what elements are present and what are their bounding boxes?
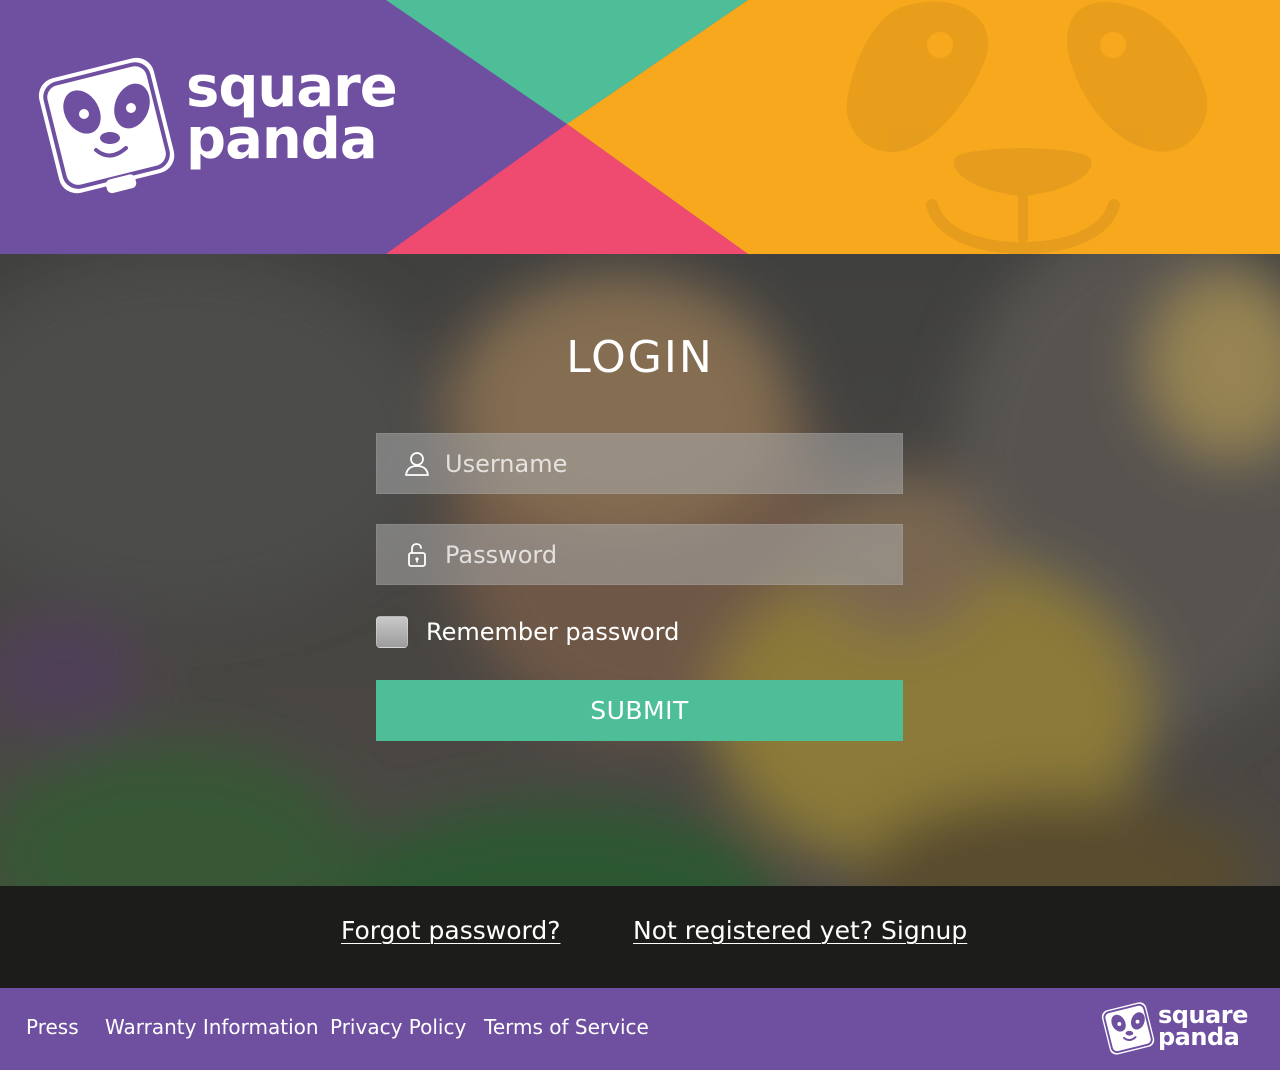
forgot-password-link[interactable]: Forgot password? bbox=[341, 916, 561, 945]
footer: Press Warranty Information Privacy Polic… bbox=[0, 988, 1280, 1070]
unlock-icon bbox=[408, 543, 426, 567]
login-title: LOGIN bbox=[566, 332, 714, 383]
footer-link-press[interactable]: Press bbox=[26, 1015, 79, 1039]
signup-link[interactable]: Not registered yet? Signup bbox=[633, 916, 967, 945]
password-input[interactable] bbox=[445, 525, 885, 584]
username-field[interactable] bbox=[376, 433, 903, 494]
footer-brand-logo[interactable]: square panda bbox=[1100, 1000, 1250, 1060]
footer-link-terms[interactable]: Terms of Service bbox=[484, 1015, 649, 1039]
footer-brand-line2: panda bbox=[1158, 1023, 1240, 1051]
account-links: Forgot password? Not registered yet? Sig… bbox=[0, 886, 1280, 988]
brand-line2: panda bbox=[186, 107, 378, 172]
login-area: LOGIN Remember password SUBMIT bbox=[0, 254, 1280, 886]
submit-button[interactable]: SUBMIT bbox=[376, 680, 903, 741]
brand-logo[interactable]: square panda bbox=[34, 52, 414, 202]
header-banner: square panda bbox=[0, 0, 1280, 254]
brand-wordmark: square panda bbox=[186, 60, 398, 172]
panda-logo-icon bbox=[38, 57, 175, 194]
username-input[interactable] bbox=[445, 434, 885, 493]
footer-brand-wordmark: square panda bbox=[1158, 1003, 1248, 1051]
password-field[interactable] bbox=[376, 524, 903, 585]
footer-link-warranty[interactable]: Warranty Information bbox=[105, 1015, 319, 1039]
footer-link-privacy[interactable]: Privacy Policy bbox=[330, 1015, 466, 1039]
remember-checkbox[interactable] bbox=[376, 616, 408, 648]
user-icon bbox=[405, 452, 429, 476]
remember-label: Remember password bbox=[426, 618, 680, 646]
panda-logo-icon bbox=[1101, 1002, 1155, 1055]
